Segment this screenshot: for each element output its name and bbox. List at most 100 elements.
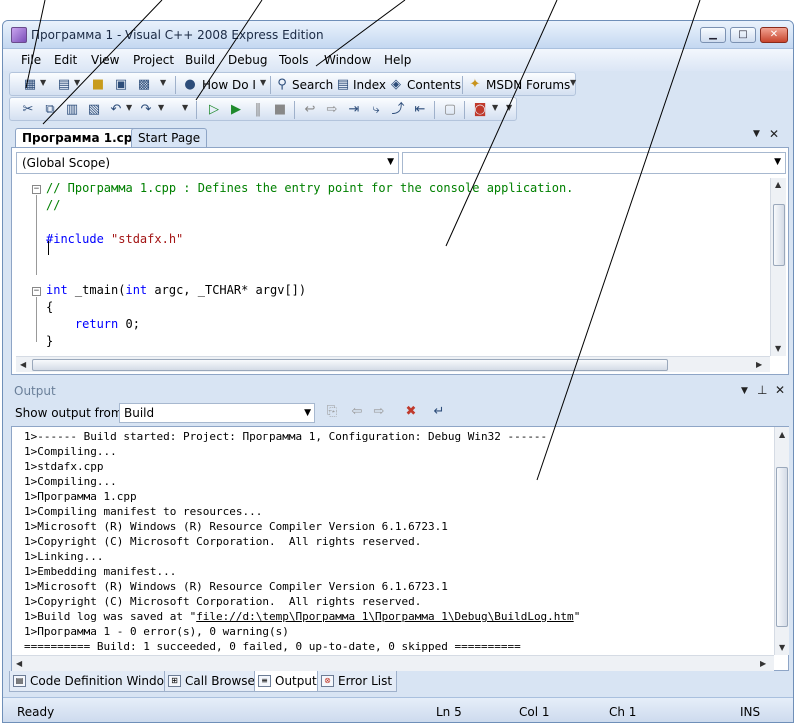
step-next-icon[interactable]: ⇨ xyxy=(324,102,340,118)
tab-output[interactable]: ≡ Output xyxy=(254,671,322,692)
menu-window[interactable]: Window xyxy=(324,53,371,67)
search-icon[interactable]: ⚲ xyxy=(274,77,290,93)
contents-button[interactable]: Contents xyxy=(407,78,461,92)
menu-build[interactable]: Build xyxy=(185,53,215,67)
step-back-icon[interactable]: ↩ xyxy=(302,102,318,118)
collapse-icon[interactable]: − xyxy=(32,287,41,296)
next-message-icon[interactable]: ⇨ xyxy=(371,404,387,420)
paste-clipboard-icon[interactable]: ▧ xyxy=(86,102,102,118)
scroll-thumb[interactable] xyxy=(32,359,668,371)
pause-icon[interactable]: ‖ xyxy=(250,102,266,118)
maximize-button[interactable]: □ xyxy=(730,27,756,43)
menu-view[interactable]: View xyxy=(91,53,119,67)
scroll-left-icon[interactable]: ◀ xyxy=(16,659,22,668)
close-window-button[interactable]: ✕ xyxy=(760,27,788,43)
paste-icon[interactable]: ▥ xyxy=(64,102,80,118)
hex-display-icon[interactable]: ▢ xyxy=(442,102,458,118)
start-debugging-icon[interactable]: ▷ xyxy=(206,102,222,118)
previous-message-icon[interactable]: ⇦ xyxy=(349,404,365,420)
toolbar-overflow-icon[interactable]: ▼ xyxy=(506,103,512,112)
search-button[interactable]: Search xyxy=(292,78,333,92)
close-tab-icon[interactable]: ✕ xyxy=(769,127,779,141)
open-folder-icon[interactable]: ■ xyxy=(90,77,106,93)
contents-icon[interactable]: ◈ xyxy=(388,77,404,93)
add-item-dropdown-icon[interactable]: ▼ xyxy=(74,78,80,87)
app-icon[interactable] xyxy=(11,27,27,43)
step-out-icon[interactable]: ⤴ xyxy=(390,102,406,118)
collapse-icon[interactable]: − xyxy=(32,185,41,194)
redo-icon[interactable]: ↷ xyxy=(138,102,154,118)
new-project-icon[interactable]: ▦ xyxy=(22,77,38,93)
scroll-right-icon[interactable]: ▶ xyxy=(756,360,762,369)
menu-file[interactable]: File xyxy=(21,53,41,67)
output-line: 1>------ Build started: Project: Програм… xyxy=(24,430,548,443)
scroll-thumb[interactable] xyxy=(773,204,785,266)
scroll-up-icon[interactable]: ▲ xyxy=(775,180,781,189)
add-item-icon[interactable]: ▤ xyxy=(56,77,72,93)
pin-icon[interactable]: ⊥ xyxy=(757,383,767,397)
find-message-icon[interactable]: ⎘ xyxy=(324,404,340,420)
tab-code-definition-window[interactable]: ▤ Code Definition Window xyxy=(9,671,179,692)
window-list-dropdown-icon[interactable]: ▼ xyxy=(753,129,760,139)
msdn-forums-button[interactable]: MSDN Forums xyxy=(486,78,570,92)
start-icon[interactable]: ▶ xyxy=(228,102,244,118)
editor-vertical-scrollbar[interactable]: ▲ ▼ xyxy=(770,178,786,356)
menu-tools[interactable]: Tools xyxy=(279,53,309,67)
step-over-icon[interactable]: ⤷ xyxy=(368,102,384,118)
help-icon[interactable]: ● xyxy=(182,77,198,93)
clear-all-icon[interactable]: ✖ xyxy=(403,404,419,420)
menu-edit[interactable]: Edit xyxy=(54,53,77,67)
edit-debug-toolbar: ✂ ⧉ ▥ ▧ ↶ ▼ ↷ ▼ ▼ ▷ ▶ ‖ ■ ↩ ⇨ ⇥ ⤷ ⤴ ⇤ ▢ … xyxy=(9,97,517,121)
cut-icon[interactable]: ✂ xyxy=(20,102,36,118)
run-to-cursor-icon[interactable]: ⇤ xyxy=(412,102,428,118)
title-bar[interactable]: Программа 1 - Visual C++ 2008 Express Ed… xyxy=(3,21,793,49)
scroll-up-icon[interactable]: ▲ xyxy=(779,430,785,439)
scroll-thumb[interactable] xyxy=(776,467,788,627)
index-icon[interactable]: ▤ xyxy=(335,77,351,93)
scroll-right-icon[interactable]: ▶ xyxy=(760,659,766,668)
output-source-dropdown[interactable]: Build ▼ xyxy=(119,403,315,423)
redo-dropdown-icon[interactable]: ▼ xyxy=(158,103,164,112)
toolbar-overflow-icon[interactable]: ▼ xyxy=(182,103,188,112)
msdn-forums-icon[interactable]: ✦ xyxy=(467,77,483,93)
undo-dropdown-icon[interactable]: ▼ xyxy=(126,103,132,112)
step-into-icon[interactable]: ⇥ xyxy=(346,102,362,118)
menu-debug[interactable]: Debug xyxy=(228,53,267,67)
build-log-link[interactable]: file://d:\temp\Программа 1\Программа 1\D… xyxy=(196,610,574,623)
minimize-button[interactable]: ▁ xyxy=(700,27,726,43)
scroll-left-icon[interactable]: ◀ xyxy=(20,360,26,369)
string-literal: "stdafx.h" xyxy=(111,232,184,246)
member-dropdown[interactable]: ▼ xyxy=(402,152,786,174)
stop-icon[interactable]: ■ xyxy=(272,102,288,118)
save-icon[interactable]: ▣ xyxy=(113,77,129,93)
build-log-link-line[interactable]: 1>Build log was saved at "file://d:\temp… xyxy=(24,610,580,623)
output-horizontal-scrollbar[interactable]: ◀ ▶ xyxy=(12,655,774,671)
output-text[interactable]: 1>------ Build started: Project: Програм… xyxy=(24,430,774,654)
menu-help[interactable]: Help xyxy=(384,53,411,67)
word-wrap-icon[interactable]: ↵ xyxy=(431,404,447,420)
undo-icon[interactable]: ↶ xyxy=(108,102,124,118)
save-all-icon[interactable]: ▩ xyxy=(136,77,152,93)
menu-project[interactable]: Project xyxy=(133,53,174,67)
how-do-i-dropdown-icon[interactable]: ▼ xyxy=(260,78,266,87)
scroll-down-icon[interactable]: ▼ xyxy=(775,344,781,353)
toolbar-overflow-icon[interactable]: ▼ xyxy=(160,78,166,87)
tab-program-cpp[interactable]: Программа 1.cpp xyxy=(15,128,148,147)
breakpoints-dropdown-icon[interactable]: ▼ xyxy=(492,103,498,112)
scope-dropdown[interactable]: (Global Scope) ▼ xyxy=(16,152,399,174)
scroll-down-icon[interactable]: ▼ xyxy=(779,643,785,652)
panel-menu-dropdown-icon[interactable]: ▼ xyxy=(741,386,748,396)
tab-start-page[interactable]: Start Page xyxy=(131,128,208,147)
breakpoints-window-icon[interactable]: ◙ xyxy=(472,102,488,118)
editor-horizontal-scrollbar[interactable]: ◀ ▶ xyxy=(16,356,770,372)
tab-call-browser[interactable]: ⊞ Call Browser xyxy=(164,671,265,692)
copy-icon[interactable]: ⧉ xyxy=(42,102,58,118)
how-do-i-button[interactable]: How Do I xyxy=(202,78,256,92)
index-button[interactable]: Index xyxy=(353,78,386,92)
code-area[interactable]: − − // Программа 1.cpp : Defines the ent… xyxy=(16,178,770,356)
tab-error-list[interactable]: ⊗ Error List xyxy=(317,671,398,692)
output-vertical-scrollbar[interactable]: ▲ ▼ xyxy=(774,427,789,655)
close-panel-icon[interactable]: ✕ xyxy=(775,383,785,397)
toolbar-overflow-icon[interactable]: ▼ xyxy=(570,78,576,87)
new-project-dropdown-icon[interactable]: ▼ xyxy=(40,78,46,87)
